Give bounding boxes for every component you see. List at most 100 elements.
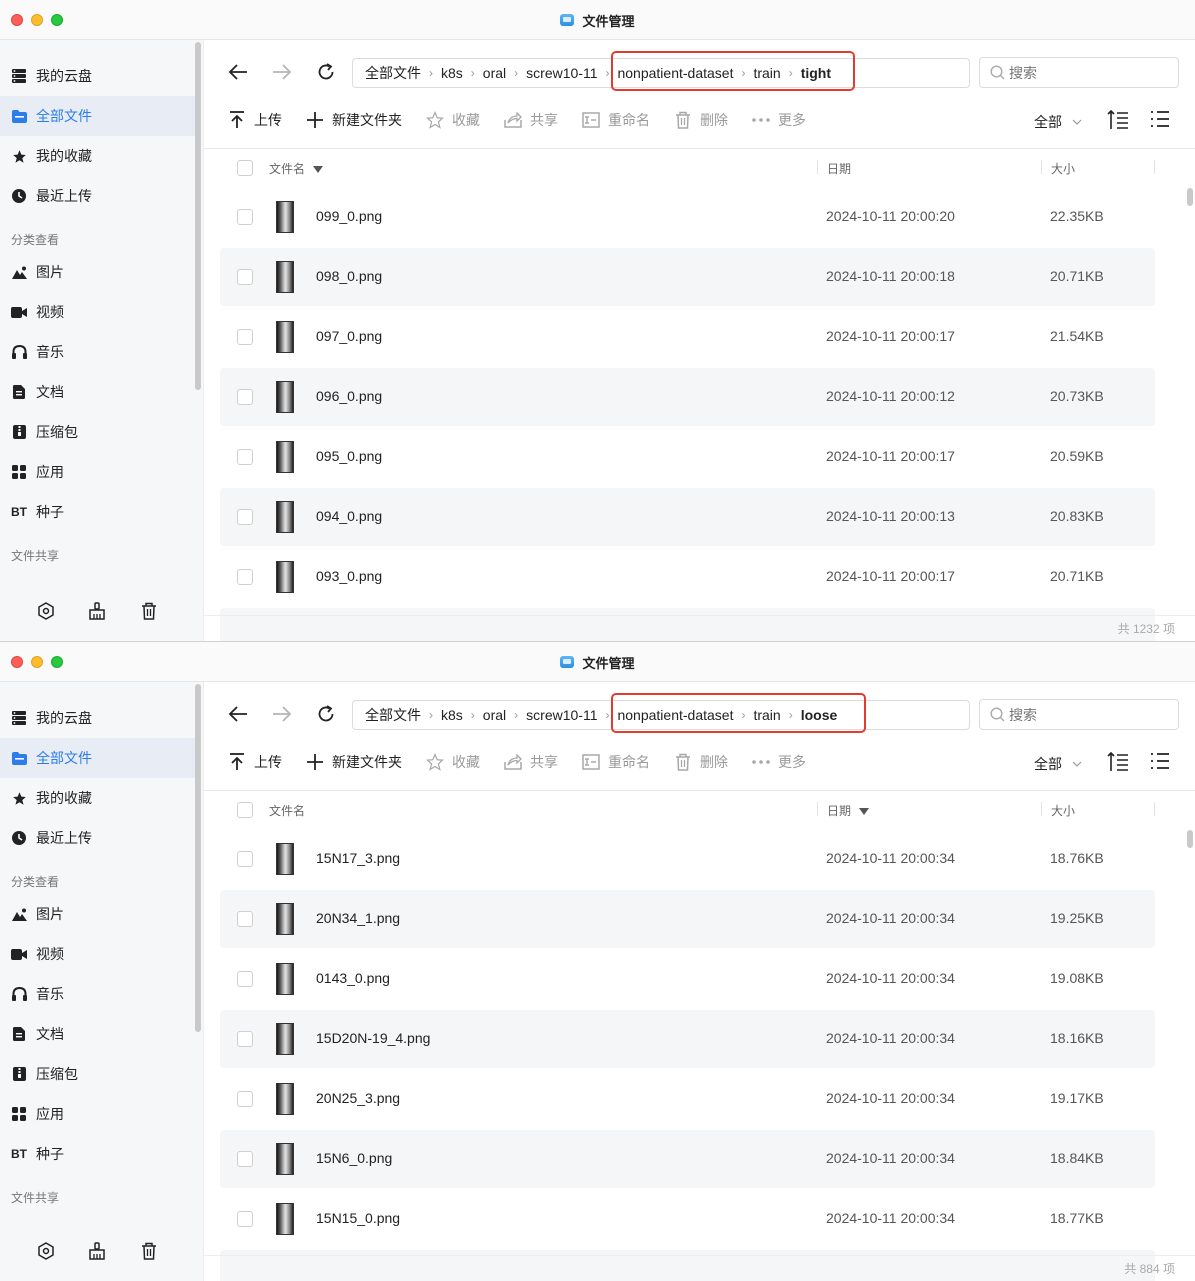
back-button[interactable] bbox=[226, 702, 250, 726]
breadcrumb-item[interactable]: k8s bbox=[441, 65, 463, 81]
sidebar-item-my-drive[interactable]: 我的云盘 bbox=[0, 698, 195, 738]
file-row[interactable] bbox=[220, 608, 1155, 641]
forward-button[interactable] bbox=[270, 702, 294, 726]
new-folder-button[interactable]: 新建文件夹 bbox=[306, 752, 402, 772]
sidebar-item-apps[interactable]: 应用 bbox=[0, 1094, 195, 1134]
sidebar-item-documents[interactable]: 文档 bbox=[0, 372, 195, 412]
column-date-header[interactable]: 日期 bbox=[827, 160, 851, 177]
file-row[interactable]: 20N25_3.png 2024-10-11 20:00:34 19.17KB bbox=[220, 1070, 1155, 1128]
breadcrumb-item[interactable]: screw10-11 bbox=[526, 707, 597, 723]
column-size-header[interactable]: 大小 bbox=[1051, 160, 1075, 177]
file-row[interactable]: 097_0.png 2024-10-11 20:00:17 21.54KB bbox=[220, 308, 1155, 366]
favorite-button[interactable]: 收藏 bbox=[426, 752, 480, 772]
share-button[interactable]: 共享 bbox=[504, 110, 558, 130]
breadcrumb-item[interactable]: nonpatient-dataset bbox=[617, 707, 733, 723]
sidebar-item-archives[interactable]: 压缩包 bbox=[0, 412, 195, 452]
sidebar-item-recent-uploads[interactable]: 最近上传 bbox=[0, 818, 195, 858]
filter-dropdown[interactable]: 全部 bbox=[1034, 754, 1082, 774]
rename-button[interactable]: 重命名 bbox=[582, 752, 650, 772]
breadcrumb-item[interactable]: 全部文件 bbox=[365, 705, 421, 725]
sidebar-scrollbar[interactable] bbox=[195, 42, 201, 390]
breadcrumb-item[interactable]: k8s bbox=[441, 707, 463, 723]
sidebar-item-all-files[interactable]: 全部文件 bbox=[0, 96, 195, 136]
settings-icon[interactable] bbox=[36, 601, 56, 621]
breadcrumb-item[interactable]: 全部文件 bbox=[365, 63, 421, 83]
trash-icon[interactable] bbox=[139, 1241, 159, 1261]
breadcrumb-item[interactable]: oral bbox=[483, 65, 506, 81]
sort-button[interactable] bbox=[1107, 751, 1129, 774]
rename-button[interactable]: 重命名 bbox=[582, 110, 650, 130]
select-all-checkbox[interactable] bbox=[237, 802, 253, 818]
settings-icon[interactable] bbox=[36, 1241, 56, 1261]
breadcrumb-item[interactable]: oral bbox=[483, 707, 506, 723]
row-checkbox[interactable] bbox=[237, 329, 253, 345]
trash-icon[interactable] bbox=[139, 601, 159, 621]
file-row[interactable]: 099_0.png 2024-10-11 20:00:20 22.35KB bbox=[220, 188, 1155, 246]
file-row[interactable]: 098_0.png 2024-10-11 20:00:18 20.71KB bbox=[220, 248, 1155, 306]
forward-button[interactable] bbox=[270, 60, 294, 84]
share-button[interactable]: 共享 bbox=[504, 752, 558, 772]
search-input[interactable] bbox=[1009, 64, 1169, 81]
sidebar-item-my-drive[interactable]: 我的云盘 bbox=[0, 56, 195, 96]
sidebar-item-images[interactable]: 图片 bbox=[0, 252, 195, 292]
file-row[interactable]: 20N34_1.png 2024-10-11 20:00:34 19.25KB bbox=[220, 890, 1155, 948]
breadcrumb-item[interactable]: screw10-11 bbox=[526, 65, 597, 81]
row-checkbox[interactable] bbox=[237, 1031, 253, 1047]
sidebar-item-favorites[interactable]: 我的收藏 bbox=[0, 136, 195, 176]
sidebar-item-music[interactable]: 音乐 bbox=[0, 332, 195, 372]
breadcrumb-item[interactable]: train bbox=[753, 707, 780, 723]
more-button[interactable]: 更多 bbox=[752, 110, 806, 130]
search-box[interactable] bbox=[979, 57, 1179, 88]
file-row[interactable]: 15N6_0.png 2024-10-11 20:00:34 18.84KB bbox=[220, 1130, 1155, 1188]
sidebar-item-music[interactable]: 音乐 bbox=[0, 974, 195, 1014]
upload-button[interactable]: 上传 bbox=[228, 110, 282, 130]
search-box[interactable] bbox=[979, 699, 1179, 730]
column-name-header[interactable]: 文件名 bbox=[269, 802, 305, 819]
file-row[interactable]: 15D20N-19_4.png 2024-10-11 20:00:34 18.16K… bbox=[220, 1010, 1155, 1068]
row-checkbox[interactable] bbox=[237, 1211, 253, 1227]
file-list-scrollbar[interactable] bbox=[1187, 830, 1193, 848]
file-row[interactable]: 15N17_3.png 2024-10-11 20:00:34 18.76KB bbox=[220, 830, 1155, 888]
view-mode-button[interactable] bbox=[1150, 752, 1172, 774]
breadcrumb-item[interactable]: train bbox=[753, 65, 780, 81]
refresh-button[interactable] bbox=[314, 60, 338, 84]
sidebar-item-torrents[interactable]: BT 种子 bbox=[0, 492, 195, 532]
row-checkbox[interactable] bbox=[237, 569, 253, 585]
select-all-checkbox[interactable] bbox=[237, 160, 253, 176]
breadcrumb-item[interactable]: nonpatient-dataset bbox=[617, 65, 733, 81]
sidebar-item-favorites[interactable]: 我的收藏 bbox=[0, 778, 195, 818]
row-checkbox[interactable] bbox=[237, 269, 253, 285]
row-checkbox[interactable] bbox=[237, 1151, 253, 1167]
sidebar-scrollbar[interactable] bbox=[195, 684, 201, 1032]
filter-dropdown[interactable]: 全部 bbox=[1034, 112, 1082, 132]
row-checkbox[interactable] bbox=[237, 449, 253, 465]
column-size-header[interactable]: 大小 bbox=[1051, 802, 1075, 819]
new-folder-button[interactable]: 新建文件夹 bbox=[306, 110, 402, 130]
upload-button[interactable]: 上传 bbox=[228, 752, 282, 772]
column-date-header[interactable]: 日期 bbox=[827, 802, 870, 819]
favorite-button[interactable]: 收藏 bbox=[426, 110, 480, 130]
row-checkbox[interactable] bbox=[237, 971, 253, 987]
row-checkbox[interactable] bbox=[237, 1091, 253, 1107]
delete-button[interactable]: 删除 bbox=[674, 110, 728, 130]
sidebar-item-documents[interactable]: 文档 bbox=[0, 1014, 195, 1054]
file-row[interactable]: 095_0.png 2024-10-11 20:00:17 20.59KB bbox=[220, 428, 1155, 486]
file-row[interactable]: 094_0.png 2024-10-11 20:00:13 20.83KB bbox=[220, 488, 1155, 546]
back-button[interactable] bbox=[226, 60, 250, 84]
file-row[interactable]: 15N15_0.png 2024-10-11 20:00:34 18.77KB bbox=[220, 1190, 1155, 1248]
sidebar-item-videos[interactable]: 视频 bbox=[0, 292, 195, 332]
sort-button[interactable] bbox=[1107, 109, 1129, 132]
row-checkbox[interactable] bbox=[237, 851, 253, 867]
refresh-button[interactable] bbox=[314, 702, 338, 726]
breadcrumb-item[interactable]: tight bbox=[801, 65, 831, 81]
sidebar-item-images[interactable]: 图片 bbox=[0, 894, 195, 934]
search-input[interactable] bbox=[1009, 706, 1169, 723]
view-mode-button[interactable] bbox=[1150, 110, 1172, 132]
clean-icon[interactable] bbox=[87, 601, 107, 621]
sidebar-item-archives[interactable]: 压缩包 bbox=[0, 1054, 195, 1094]
sidebar-item-apps[interactable]: 应用 bbox=[0, 452, 195, 492]
row-checkbox[interactable] bbox=[237, 389, 253, 405]
row-checkbox[interactable] bbox=[237, 209, 253, 225]
file-row[interactable]: 093_0.png 2024-10-11 20:00:17 20.71KB bbox=[220, 548, 1155, 606]
sidebar-item-recent-uploads[interactable]: 最近上传 bbox=[0, 176, 195, 216]
